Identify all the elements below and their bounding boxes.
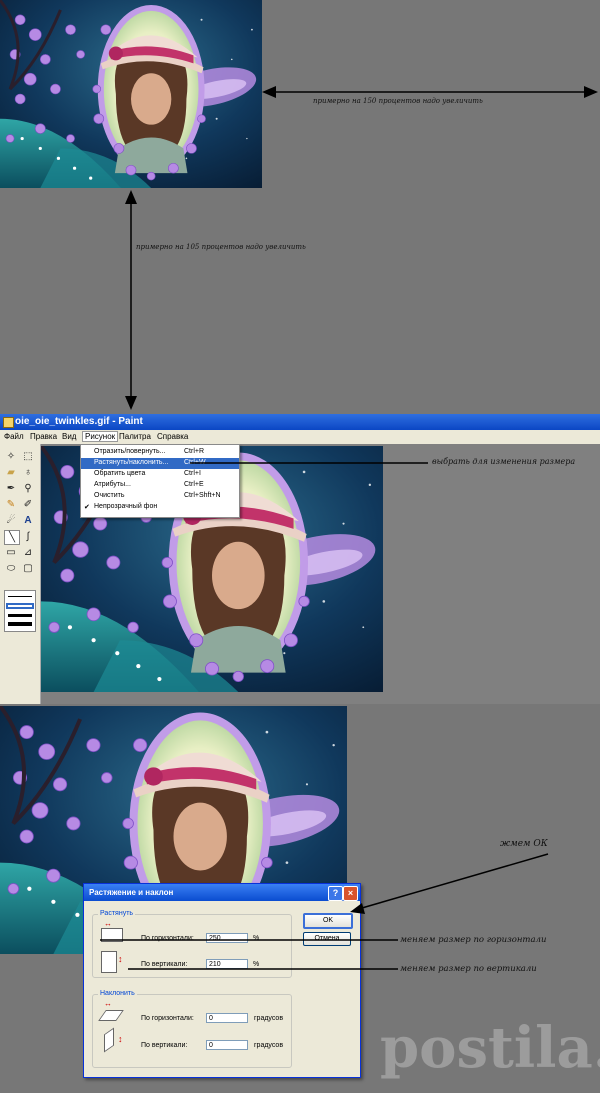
degrees-label-v: градусов [254,1042,284,1049]
line-width-selector[interactable] [4,590,36,632]
watermark-logo: postila.ru [380,1015,600,1081]
paint-toolbox: ✧ ⬚ ▰ ♁ ✒ ⚲ ✎ ✐ ☄ A ╲ ∫ ▭ ⊿ ⬭ ▢ [0,444,41,704]
skew-horizontal-input[interactable]: 0 [206,1013,248,1023]
picker-icon[interactable]: ✒ [4,482,18,495]
ellipse-tool-icon[interactable]: ⬭ [4,562,18,575]
checkmark-icon: ✔ [84,504,90,511]
brush-icon[interactable]: ✐ [21,498,35,511]
airbrush-icon[interactable]: ☄ [4,514,18,527]
rectangle-tool-icon[interactable]: ▭ [4,546,18,559]
menu-image[interactable]: Рисунок [82,431,119,442]
pencil-icon[interactable]: ✎ [4,498,18,511]
menu-view[interactable]: Вид [62,432,76,441]
menu-palette[interactable]: Палитра [119,432,151,441]
menu-item-attributes[interactable]: Атрибуты... Ctrl+E [81,480,239,491]
skew-vertical-arrow-icon: ↕ [118,1034,123,1044]
menu-help[interactable]: Справка [157,432,188,441]
press-ok-note: жмем ОК [500,839,548,849]
rounded-rect-tool-icon[interactable]: ▢ [21,562,35,575]
choose-resize-note: выбрать для изменения размера [432,457,576,466]
skew-horizontal-label: По горизонтали: [141,1015,194,1022]
skew-vertical-input[interactable]: 0 [206,1040,248,1050]
change-vertical-note: меняем размер по вертикали [400,964,537,974]
annotation-arrows [125,86,598,410]
line-tool-icon[interactable]: ╲ [4,530,20,545]
bottom-annotation-lines [100,853,549,970]
menu-item-clear[interactable]: Очистить Ctrl+Shft+N [81,491,239,502]
menu-edit[interactable]: Правка [30,432,57,441]
skew-group: Наклонить [92,990,292,1068]
magnifier-icon[interactable]: ⚲ [21,482,35,495]
skew-vertical-label: По вертикали: [141,1042,188,1049]
menu-item-opaque-background[interactable]: ✔ Непрозрачный фон [81,502,239,513]
skew-group-label: Наклонить [98,990,137,997]
paint-title: oie_oie_twinkles.gif - Paint [15,416,143,427]
curve-tool-icon[interactable]: ∫ [21,530,35,543]
paint-menubar: Файл Правка Вид Рисунок Палитра Справка [0,430,600,444]
text-tool-icon[interactable]: A [21,514,35,527]
degrees-label-h: градусов [254,1015,284,1022]
height-hint: примерно на 105 процентов надо увеличить [136,243,306,251]
skew-horizontal-arrow-icon: ↔ [104,999,112,1008]
width-hint: примерно на 150 процентов надо увеличить [313,97,483,105]
menu-file[interactable]: Файл [4,432,24,441]
paint-app-icon [3,417,14,428]
change-horizontal-note: меняем размер по горизонтали [400,935,547,945]
paint-titlebar[interactable]: oie_oie_twinkles.gif - Paint [0,414,600,430]
polygon-tool-icon[interactable]: ⊿ [21,546,35,559]
